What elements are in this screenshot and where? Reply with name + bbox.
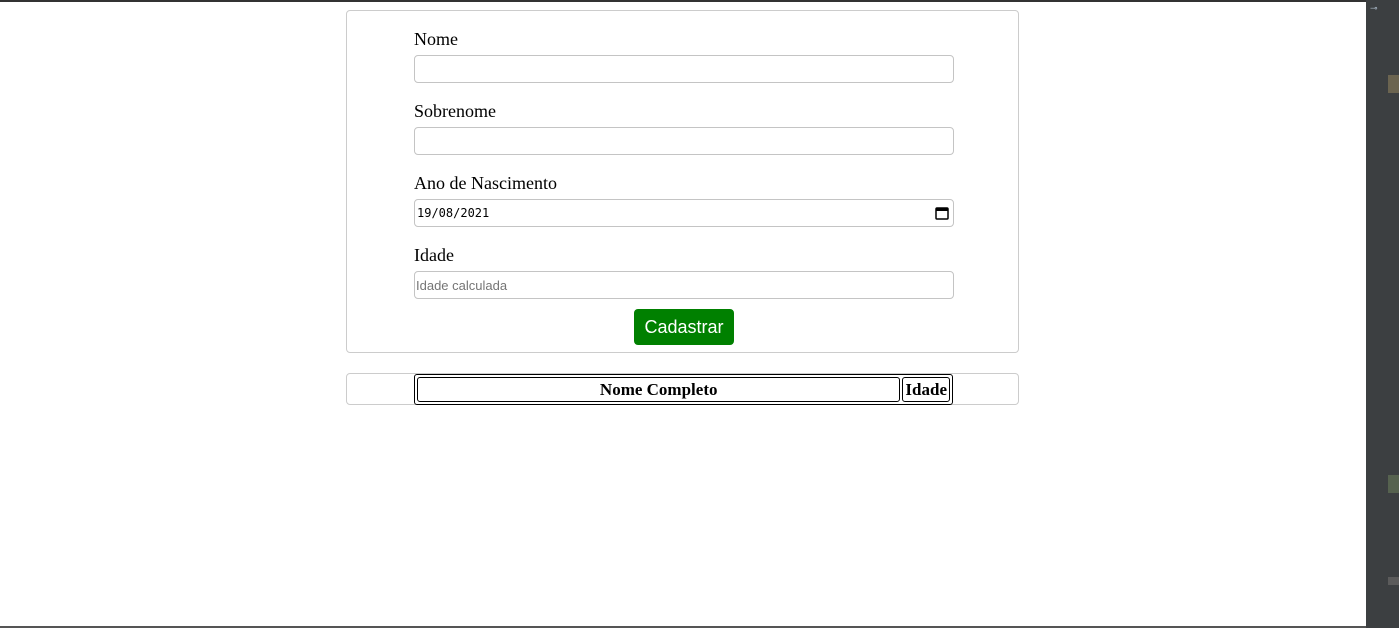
ide-side-panel: ⊸ — [1366, 0, 1399, 628]
commit-icon[interactable]: ⊸ — [1370, 4, 1378, 14]
gutter-marker — [1388, 475, 1399, 493]
nascimento-date-input[interactable]: 19/08/2021 — [414, 199, 954, 227]
idade-input[interactable] — [414, 271, 954, 299]
gutter-marker — [1388, 577, 1399, 585]
header-nome-completo: Nome Completo — [417, 377, 901, 402]
sobrenome-label: Sobrenome — [414, 101, 496, 121]
nome-label: Nome — [414, 29, 458, 49]
nome-input[interactable] — [414, 55, 954, 83]
header-idade: Idade — [902, 377, 950, 402]
registration-form: Nome Sobrenome Ano de Nascimento 19/08/2… — [346, 10, 1019, 353]
nascimento-date-value: 19/08/2021 — [417, 206, 490, 220]
calendar-icon[interactable] — [935, 206, 949, 220]
sobrenome-input[interactable] — [414, 127, 954, 155]
idade-label: Idade — [414, 245, 454, 265]
window-top-border — [0, 0, 1366, 2]
cadastrar-button[interactable]: Cadastrar — [634, 309, 734, 345]
gutter-marker — [1388, 75, 1399, 93]
nascimento-label: Ano de Nascimento — [414, 173, 557, 193]
results-container: Nome Completo Idade — [346, 373, 1019, 405]
table-header-row: Nome Completo Idade — [417, 377, 950, 402]
results-table: Nome Completo Idade — [414, 374, 953, 405]
